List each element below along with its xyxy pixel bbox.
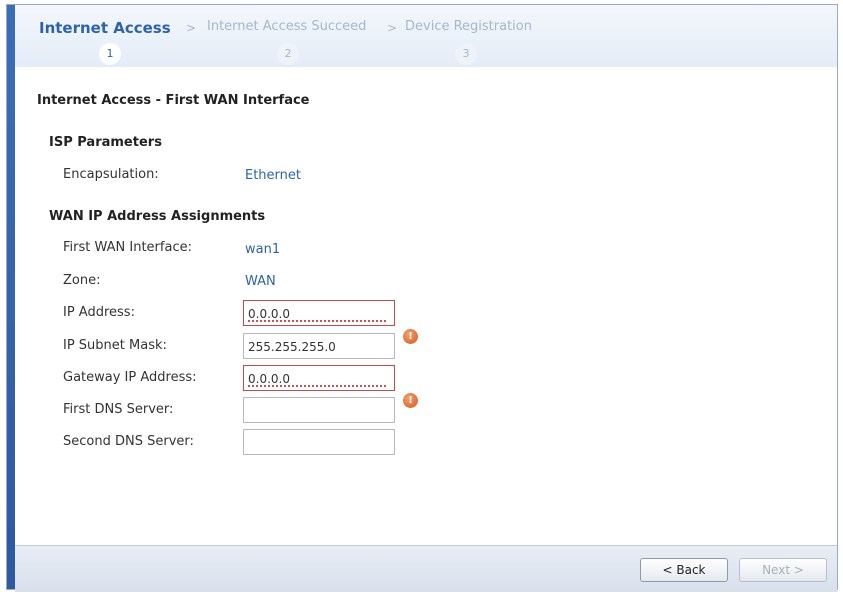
wizard-step-internet-access-succeed: Internet Access Succeed [207, 19, 367, 34]
page-title: Internet Access - First WAN Interface [37, 93, 310, 108]
invalid-underline [248, 385, 388, 387]
wizard-footer: < Back Next > [15, 545, 837, 592]
ip-subnet-mask-value: 255.255.255.0 [248, 340, 336, 354]
first-dns-server-input[interactable] [243, 397, 395, 423]
wan-ip-heading: WAN IP Address Assignments [49, 209, 266, 224]
ip-subnet-mask-label: IP Subnet Mask: [63, 338, 167, 353]
gateway-ip-address-label: Gateway IP Address: [63, 370, 197, 385]
ip-address-input[interactable]: 0.0.0.0 [243, 300, 395, 326]
gateway-ip-address-value: 0.0.0.0 [248, 372, 290, 386]
encapsulation-value: Ethernet [245, 168, 301, 183]
wizard-step-internet-access: Internet Access [39, 19, 171, 37]
first-wan-interface-value: wan1 [245, 242, 281, 257]
zone-label: Zone: [63, 273, 101, 288]
zone-value: WAN [245, 274, 276, 289]
invalid-underline [248, 320, 388, 322]
gateway-ip-address-input[interactable]: 0.0.0.0 [243, 365, 395, 391]
wizard-window: Internet Access > Internet Access Succee… [6, 4, 838, 592]
ip-address-value: 0.0.0.0 [248, 307, 290, 321]
back-button[interactable]: < Back [640, 558, 728, 582]
wizard-steps: Internet Access > Internet Access Succee… [15, 5, 837, 67]
warning-icon: ! [403, 393, 418, 408]
step-number-3: 3 [455, 43, 477, 65]
second-dns-server-label: Second DNS Server: [63, 434, 194, 449]
ip-subnet-mask-input[interactable]: 255.255.255.0 [243, 333, 395, 359]
first-wan-interface-label: First WAN Interface: [63, 240, 192, 255]
step-separator: > [387, 21, 398, 35]
second-dns-server-input[interactable] [243, 429, 395, 455]
next-button[interactable]: Next > [739, 558, 827, 582]
step-separator: > [186, 21, 197, 35]
step-number-2: 2 [277, 43, 299, 65]
ip-address-label: IP Address: [63, 305, 135, 320]
isp-parameters-heading: ISP Parameters [49, 135, 162, 150]
step-number-1: 1 [99, 43, 121, 65]
wizard-step-device-registration: Device Registration [405, 19, 532, 34]
first-dns-server-label: First DNS Server: [63, 402, 174, 417]
left-accent-bar [7, 5, 15, 589]
warning-icon: ! [403, 329, 418, 344]
encapsulation-label: Encapsulation: [63, 167, 159, 182]
wizard-content: Internet Access - First WAN Interface IS… [15, 67, 837, 545]
